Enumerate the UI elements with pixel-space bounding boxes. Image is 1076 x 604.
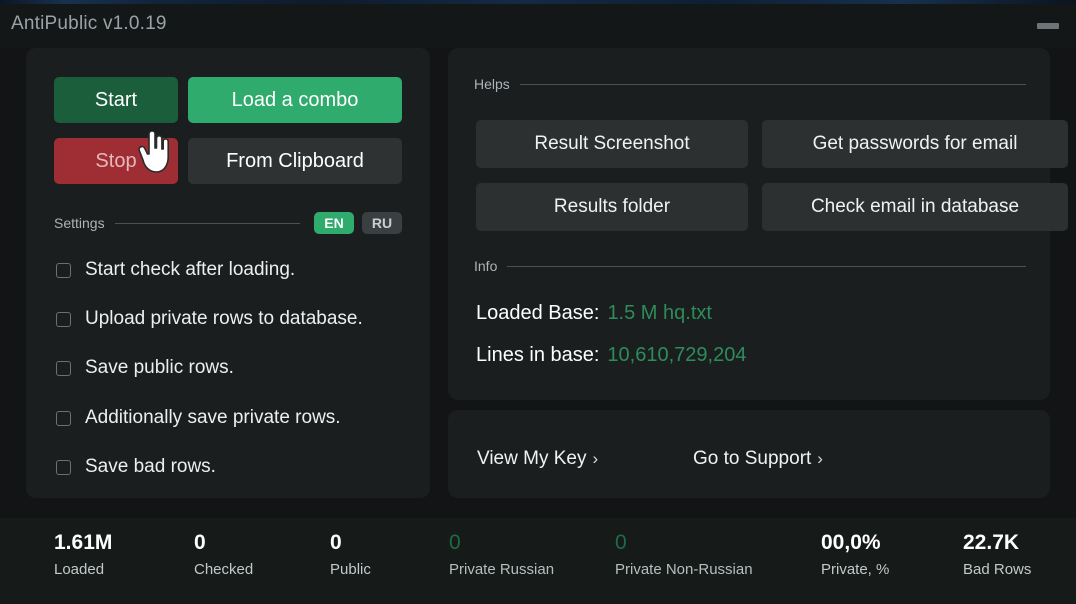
checkbox-icon[interactable] <box>56 360 71 376</box>
stop-button[interactable]: Stop <box>54 138 178 184</box>
view-my-key-label: View My Key <box>477 448 587 469</box>
status-label: Private Non-Russian <box>615 561 753 578</box>
info-key: Loaded Base: <box>476 302 600 324</box>
status-item-loaded: 1.61M Loaded <box>54 530 112 581</box>
settings-section-header: Settings EN RU <box>54 212 402 234</box>
helps-section-header: Helps <box>474 76 1026 92</box>
checkbox-icon[interactable] <box>56 262 71 278</box>
chevron-right-icon: › <box>817 449 823 468</box>
status-item-checked: 0 Checked <box>194 530 253 581</box>
status-item-private-percent: 00,0% Private, % <box>821 530 889 581</box>
status-label: Loaded <box>54 561 105 578</box>
info-divider <box>507 265 1026 267</box>
setting-option-save-public-rows[interactable]: Save public rows. <box>56 357 234 379</box>
load-combo-button[interactable]: Load a combo <box>188 77 402 123</box>
status-item-private-russian: 0 Private Russian <box>449 530 554 581</box>
status-label: Private Russian <box>449 561 555 578</box>
title-bar: AntiPublic v1.0.19 <box>0 4 1076 48</box>
info-value: 10,610,729,204 <box>607 344 747 366</box>
info-value: 1.5 M hq.txt <box>607 302 712 324</box>
language-button-ru[interactable]: RU <box>362 212 402 234</box>
status-item-public: 0 Public <box>330 530 371 581</box>
status-value: 00,0% <box>821 531 881 554</box>
app-title: AntiPublic v1.0.19 <box>11 13 167 34</box>
helps-divider <box>519 83 1026 85</box>
results-folder-button[interactable]: Results folder <box>476 183 748 231</box>
status-value: 0 <box>449 531 461 554</box>
status-label: Bad Rows <box>963 561 1032 578</box>
view-my-key-link[interactable]: View My Key › <box>477 448 598 470</box>
go-to-support-label: Go to Support <box>693 448 812 469</box>
chevron-right-icon: › <box>592 449 599 468</box>
start-button[interactable]: Start <box>54 77 178 123</box>
status-value: 22.7K <box>963 531 1020 554</box>
setting-option-additionally-save-private-rows[interactable]: Additionally save private rows. <box>56 407 341 429</box>
setting-option-upload-private-rows[interactable]: Upload private rows to database. <box>56 308 363 330</box>
minimize-button[interactable] <box>1028 8 1068 44</box>
antipublic-window: AntiPublic v1.0.19 Start Load a combo St… <box>0 0 1076 604</box>
setting-option-start-check-after-loading[interactable]: Start check after loading. <box>56 259 295 281</box>
status-bar: 1.61M Loaded 0 Checked 0 Public 0 Privat… <box>0 518 1076 604</box>
status-value: 0 <box>194 531 206 554</box>
status-value: 0 <box>615 531 627 554</box>
info-row-loaded-base: Loaded Base: 1.5 M hq.txt <box>476 302 712 325</box>
setting-option-label: Additionally save private rows. <box>85 407 341 428</box>
go-to-support-link[interactable]: Go to Support › <box>693 448 823 470</box>
setting-option-save-bad-rows[interactable]: Save bad rows. <box>56 456 216 478</box>
setting-option-label: Upload private rows to database. <box>85 308 363 329</box>
checkbox-icon[interactable] <box>56 459 71 475</box>
result-screenshot-button[interactable]: Result Screenshot <box>476 120 748 168</box>
status-value: 0 <box>330 531 342 554</box>
setting-option-label: Save bad rows. <box>85 456 216 477</box>
settings-divider <box>114 222 300 224</box>
checkbox-icon[interactable] <box>56 311 71 327</box>
check-email-in-database-button[interactable]: Check email in database <box>762 183 1068 231</box>
helps-label: Helps <box>474 76 510 92</box>
info-key: Lines in base: <box>476 344 600 366</box>
minimize-icon <box>1037 23 1059 29</box>
status-value: 1.61M <box>54 531 113 554</box>
status-label: Checked <box>194 561 254 578</box>
status-label: Private, % <box>821 561 890 578</box>
setting-option-label: Start check after loading. <box>85 259 296 280</box>
get-passwords-for-email-button[interactable]: Get passwords for email <box>762 120 1068 168</box>
language-button-en[interactable]: EN <box>314 212 354 234</box>
setting-option-label: Save public rows. <box>85 357 234 378</box>
info-label: Info <box>474 258 498 274</box>
language-toggle: EN RU <box>314 212 402 234</box>
info-row-lines-in-base: Lines in base: 10,610,729,204 <box>476 344 746 367</box>
from-clipboard-button[interactable]: From Clipboard <box>188 138 402 184</box>
status-item-private-non-russian: 0 Private Non-Russian <box>615 530 753 581</box>
status-label: Public <box>330 561 371 578</box>
status-item-bad-rows: 22.7K Bad Rows <box>963 530 1031 581</box>
settings-label: Settings <box>54 215 105 231</box>
info-section-header: Info <box>474 258 1026 274</box>
checkbox-icon[interactable] <box>56 410 71 426</box>
